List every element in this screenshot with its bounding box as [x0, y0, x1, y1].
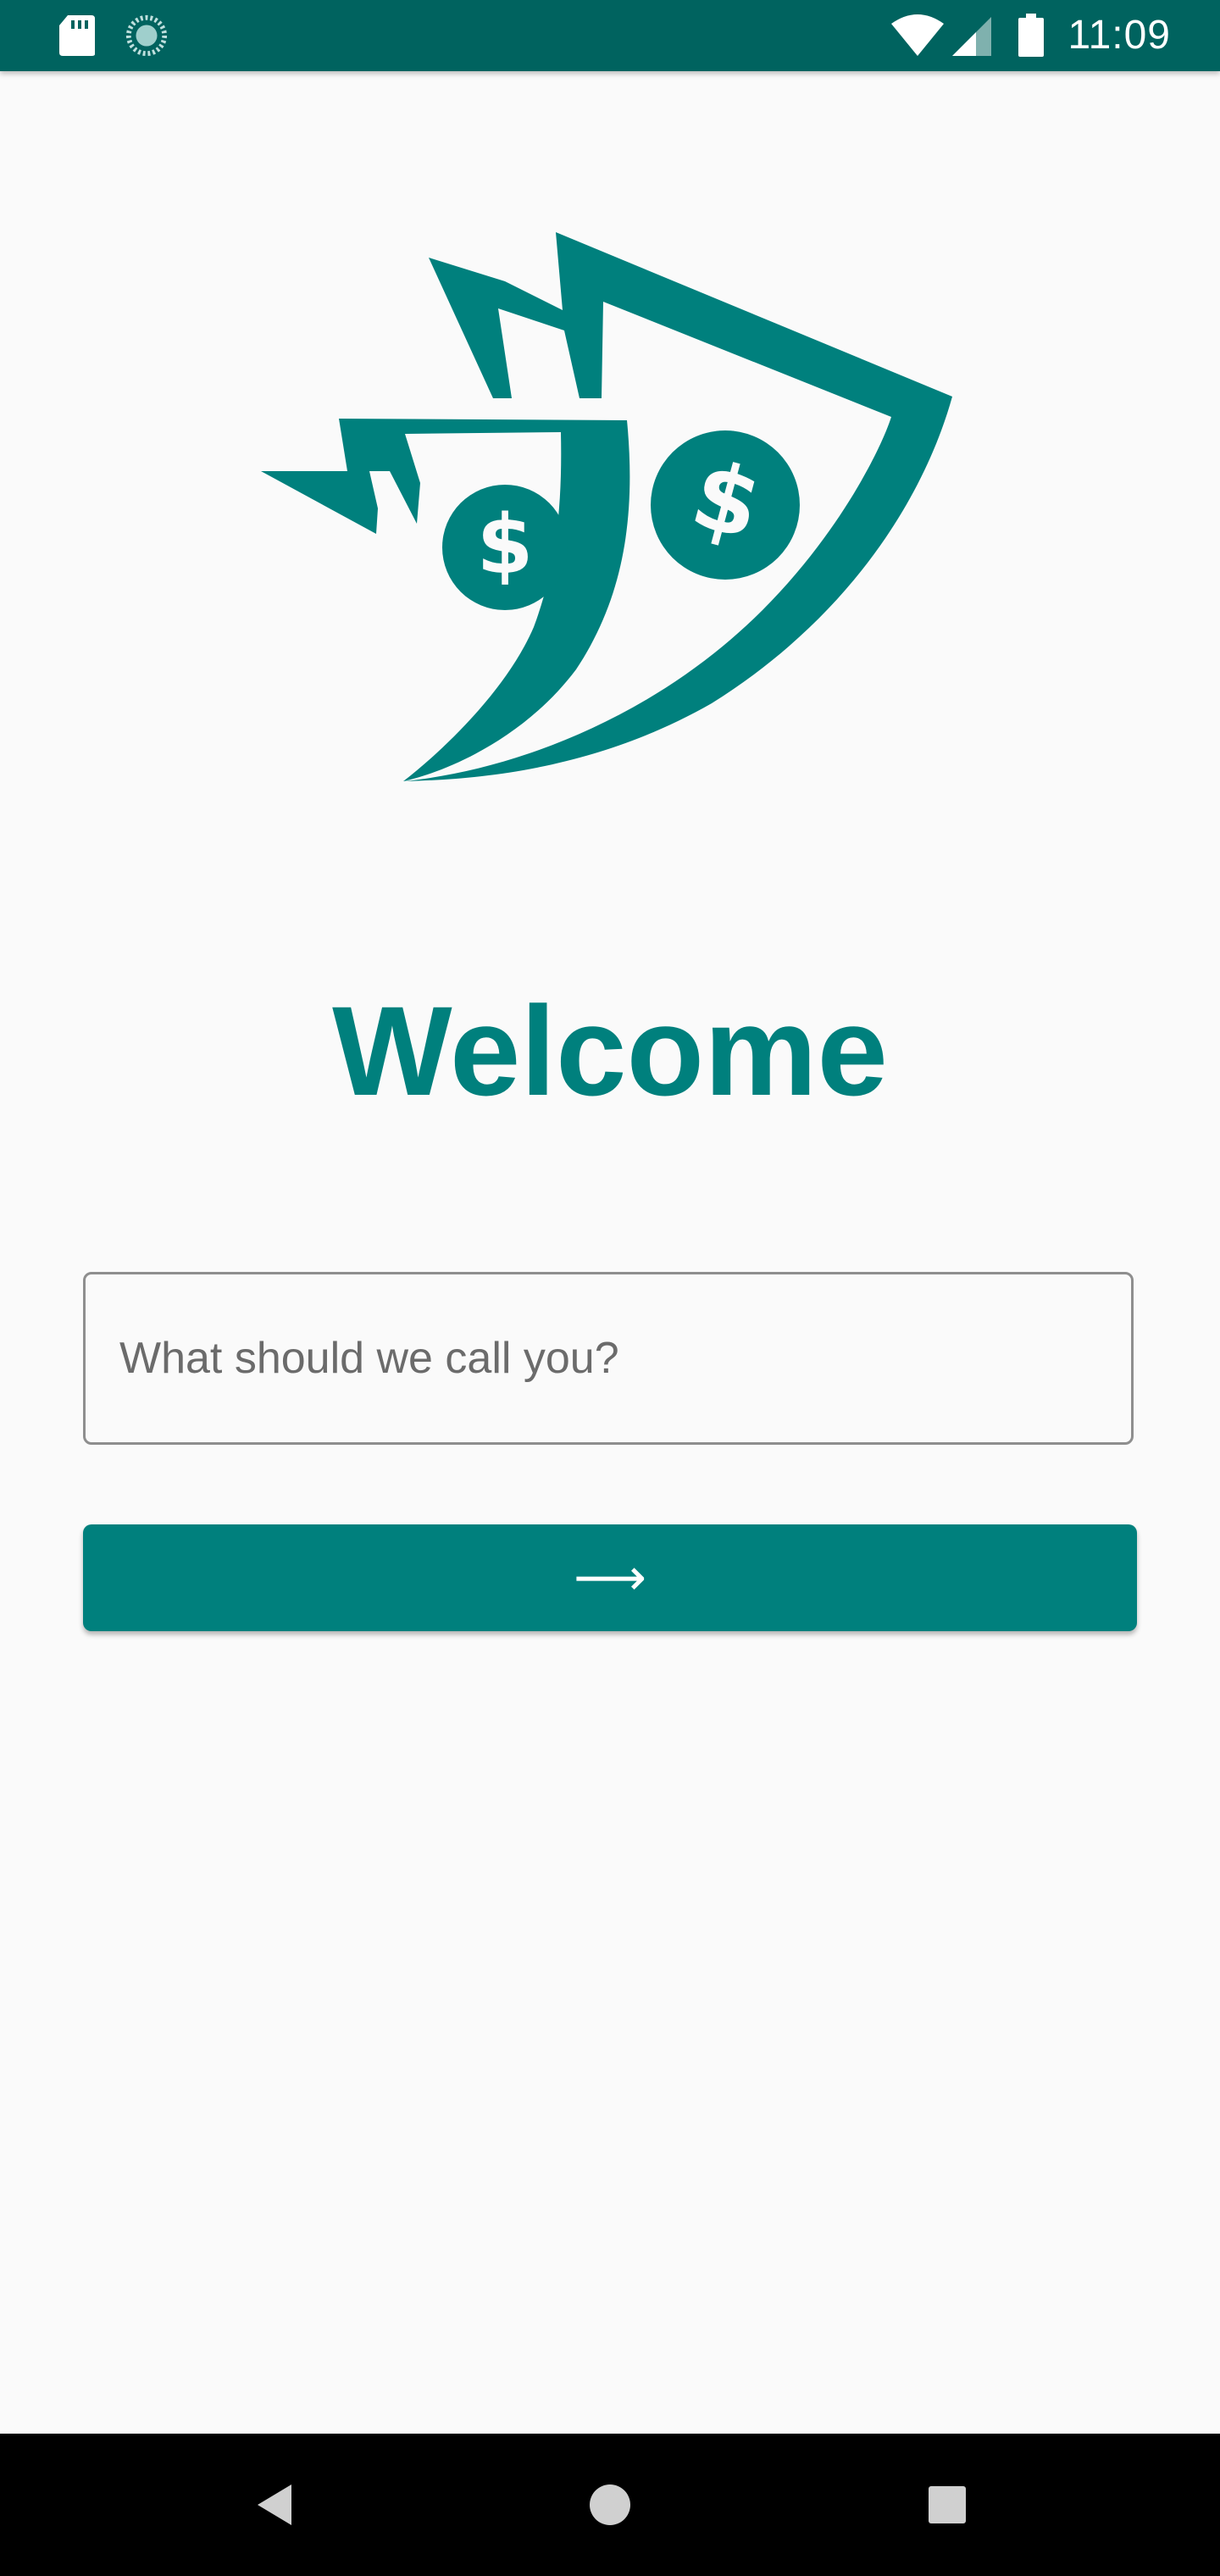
wifi-icon [891, 14, 944, 56]
money-bills-logo: $ $ [254, 229, 966, 856]
home-icon[interactable] [573, 2468, 647, 2542]
next-button[interactable]: ⟶ [83, 1524, 1137, 1631]
sd-card-icon [59, 15, 95, 56]
loading-icon [125, 14, 168, 57]
back-icon[interactable] [239, 2468, 313, 2542]
svg-text:$: $ [477, 497, 534, 592]
money-bills-icon: $ $ [261, 232, 952, 781]
name-input[interactable] [83, 1272, 1134, 1445]
welcome-title: Welcome [332, 980, 888, 1122]
navigation-bar [0, 2434, 1220, 2576]
recents-icon[interactable] [910, 2468, 984, 2542]
status-bar: 11:09 [0, 0, 1220, 71]
battery-icon [1018, 14, 1044, 57]
status-time: 11:09 [1068, 13, 1171, 58]
arrow-right-icon: ⟶ [573, 1548, 646, 1607]
signal-icon [952, 17, 991, 56]
